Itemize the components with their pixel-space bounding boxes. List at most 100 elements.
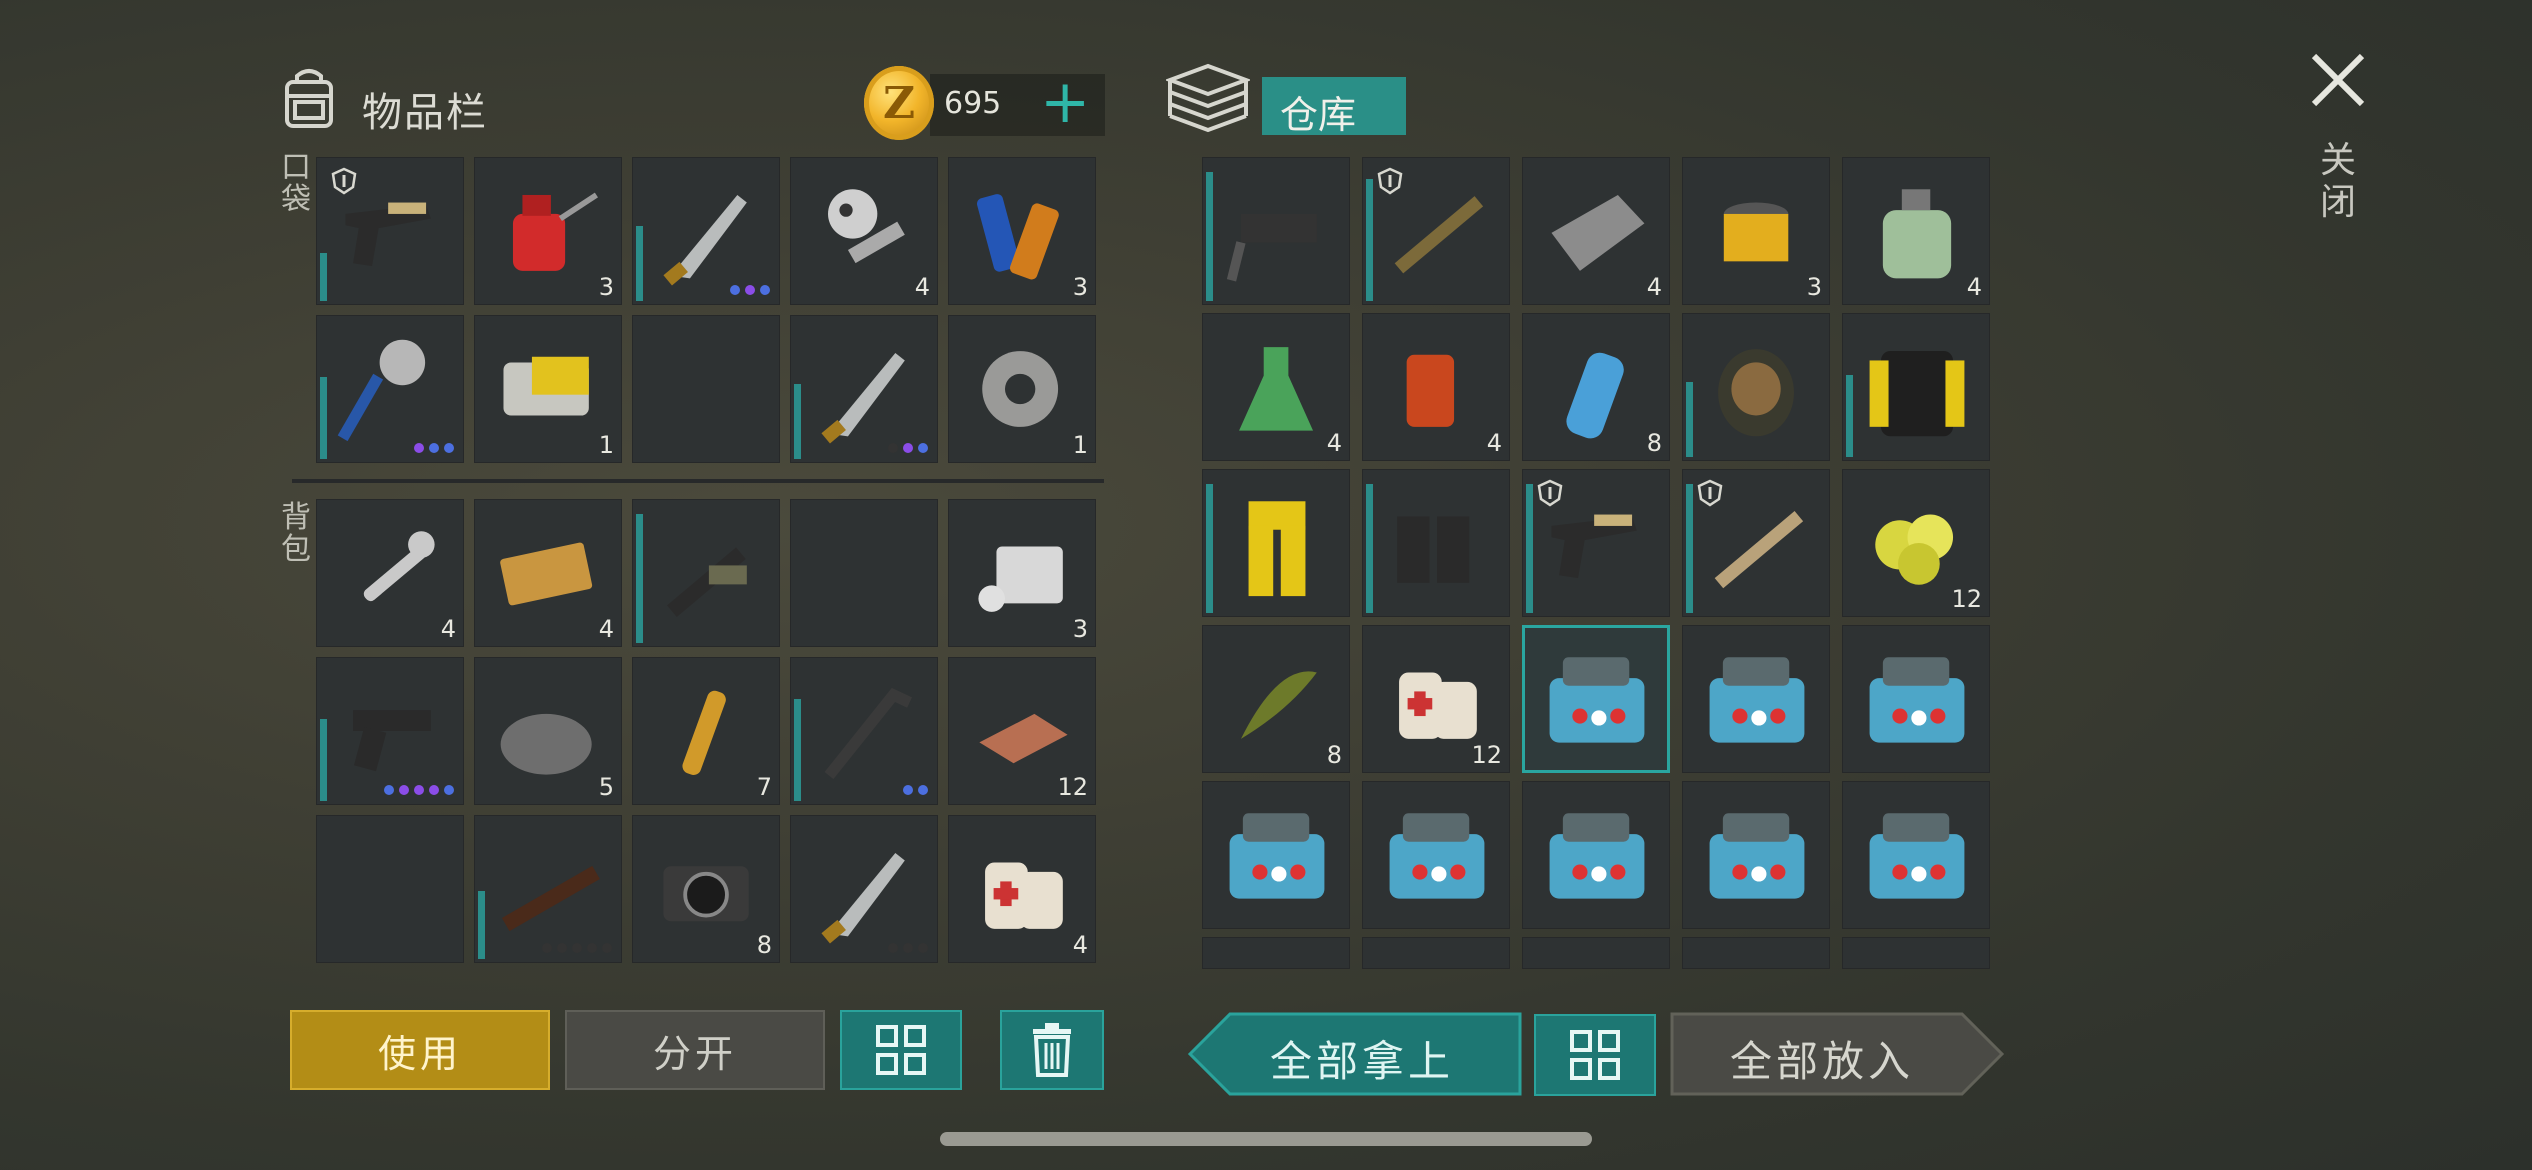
item-count: 4: [1486, 429, 1502, 457]
item-count: 7: [756, 773, 772, 801]
grid-icon: [876, 1025, 926, 1075]
inventory-slot[interactable]: 8: [632, 815, 780, 963]
inventory-slot[interactable]: 3: [948, 499, 1096, 647]
item-count: 4: [1646, 273, 1662, 301]
delete-button[interactable]: [1000, 1010, 1104, 1090]
inventory-slot[interactable]: [1522, 469, 1670, 617]
inventory-slot[interactable]: [1202, 157, 1350, 305]
inventory-slot[interactable]: [1362, 937, 1510, 969]
inventory-slot[interactable]: 4: [790, 157, 938, 305]
inventory-slot[interactable]: 4: [1522, 157, 1670, 305]
inventory-slot[interactable]: [632, 499, 780, 647]
inventory-slot[interactable]: [790, 815, 938, 963]
inventory-slot[interactable]: [1522, 625, 1670, 773]
tab-warehouse[interactable]: 仓库: [1262, 77, 1406, 137]
rarity-dot: [888, 943, 898, 953]
inventory-slot[interactable]: [1202, 469, 1350, 617]
saw-club-item: [337, 339, 426, 442]
rarity-dot: [384, 785, 394, 795]
spice-jar-item: [1406, 354, 1455, 427]
use-button[interactable]: 使用: [290, 1010, 550, 1090]
inventory-slot[interactable]: [316, 657, 464, 805]
close-label[interactable]: 关闭: [2316, 140, 2360, 224]
herb-item: [1240, 671, 1317, 739]
inventory-slot[interactable]: [1842, 781, 1990, 929]
rarity-dot: [429, 785, 439, 795]
split-button-label: 分开: [652, 1031, 737, 1076]
inventory-slot[interactable]: [1682, 781, 1830, 929]
inventory-slot[interactable]: 3: [948, 157, 1096, 305]
inventory-slot[interactable]: 3: [1682, 157, 1830, 305]
machete-item: [821, 852, 905, 944]
item-count: 4: [1072, 931, 1088, 959]
durability-bar: [1526, 484, 1533, 613]
rarity-dot: [399, 785, 409, 795]
sort-inventory-button[interactable]: [840, 1010, 962, 1090]
close-icon[interactable]: [2308, 50, 2368, 110]
inventory-slot[interactable]: 1: [948, 315, 1096, 463]
item-count: 1: [598, 431, 614, 459]
item-count: 3: [598, 273, 614, 301]
gas-mask-item: [1718, 349, 1794, 437]
inventory-slot[interactable]: 4: [316, 499, 464, 647]
inventory-slot[interactable]: 4: [948, 815, 1096, 963]
inventory-slot[interactable]: [1842, 313, 1990, 461]
medkit-item: [1709, 813, 1805, 899]
inventory-slot[interactable]: [1842, 937, 1990, 969]
inventory-slot[interactable]: [632, 157, 780, 305]
inventory-slot[interactable]: [1202, 937, 1350, 969]
inventory-slot[interactable]: [1362, 157, 1510, 305]
pump-shotgun-item: [501, 865, 600, 932]
rarity-dots: [316, 785, 454, 795]
split-button[interactable]: 分开: [565, 1010, 825, 1090]
add-coins-button[interactable]: +: [1040, 72, 1090, 132]
glock-pistol-item: [353, 710, 431, 772]
inventory-slot[interactable]: 3: [474, 157, 622, 305]
inventory-slot[interactable]: [474, 815, 622, 963]
inventory-slot[interactable]: 4: [474, 499, 622, 647]
inventory-slot[interactable]: 5: [474, 657, 622, 805]
inventory-slot[interactable]: 4: [1202, 313, 1350, 461]
item-count: 4: [440, 615, 456, 643]
sort-warehouse-button[interactable]: [1534, 1014, 1656, 1096]
medkit-item: [1549, 657, 1645, 743]
bandage-item: [1399, 672, 1477, 739]
item-count: 4: [598, 615, 614, 643]
inventory-slot[interactable]: 12: [1842, 469, 1990, 617]
inventory-slot[interactable]: [1842, 625, 1990, 773]
inventory-slot[interactable]: 1: [474, 315, 622, 463]
inventory-slot[interactable]: 4: [1362, 313, 1510, 461]
inventory-slot[interactable]: 8: [1202, 625, 1350, 773]
inventory-slot[interactable]: [1522, 937, 1670, 969]
inventory-slot[interactable]: [1682, 313, 1830, 461]
inventory-slot[interactable]: [316, 315, 464, 463]
inventory-slot[interactable]: [1362, 781, 1510, 929]
medkit-item: [1549, 813, 1645, 899]
rarity-dot: [918, 785, 928, 795]
backpack-label: 背包: [281, 500, 311, 567]
inventory-slot[interactable]: 7: [632, 657, 780, 805]
inventory-slot[interactable]: 4: [1842, 157, 1990, 305]
rarity-dot: [542, 943, 552, 953]
item-count: 4: [1326, 429, 1342, 457]
inventory-slot[interactable]: [1682, 469, 1830, 617]
scrap-pile-item: [500, 713, 592, 775]
inventory-slot[interactable]: 12: [948, 657, 1096, 805]
rarity-dot: [918, 943, 928, 953]
inventory-slot[interactable]: [790, 315, 938, 463]
inventory-slot[interactable]: [316, 815, 464, 963]
inventory-slot[interactable]: [632, 315, 780, 463]
rarity-dot: [888, 443, 898, 453]
inventory-slot[interactable]: 12: [1362, 625, 1510, 773]
inventory-slot[interactable]: [1682, 937, 1830, 969]
inventory-slot[interactable]: [790, 657, 938, 805]
rarity-dots: [474, 943, 612, 953]
inventory-slot[interactable]: [1522, 781, 1670, 929]
inventory-slot[interactable]: [316, 157, 464, 305]
inventory-slot[interactable]: [1682, 625, 1830, 773]
use-button-label: 使用: [377, 1031, 462, 1076]
inventory-slot[interactable]: [1202, 781, 1350, 929]
inventory-slot[interactable]: [1362, 469, 1510, 617]
inventory-slot[interactable]: 8: [1522, 313, 1670, 461]
inventory-slot[interactable]: [790, 499, 938, 647]
